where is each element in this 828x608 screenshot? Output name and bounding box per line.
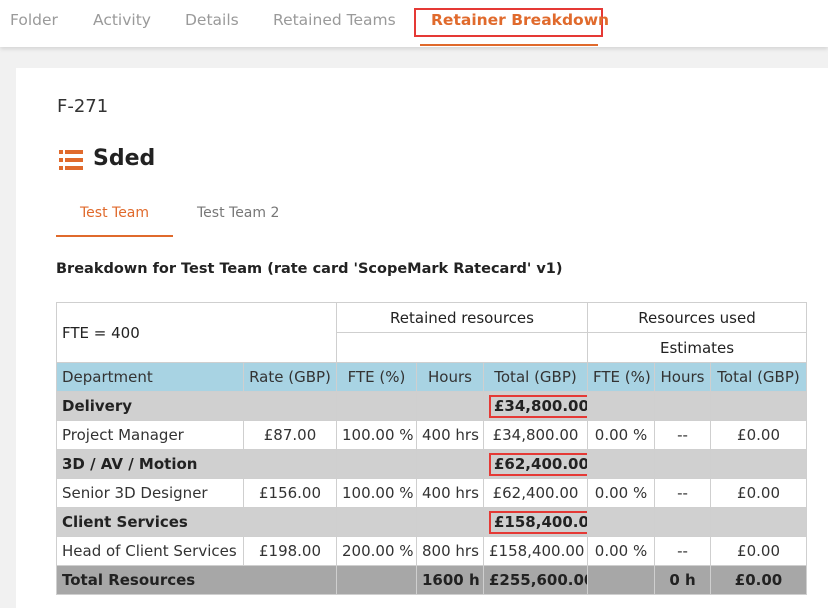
rate-cell: £198.00 bbox=[243, 536, 337, 566]
column-header: Total (GBP) bbox=[482, 362, 589, 392]
total-used-amount: £0.00 bbox=[710, 565, 808, 595]
role-name: Senior 3D Designer bbox=[56, 478, 244, 508]
role-name: Head of Client Services bbox=[56, 536, 244, 566]
column-header: Total (GBP) bbox=[710, 362, 808, 392]
rate-cell: £156.00 bbox=[243, 478, 337, 508]
resources-used-header: Resources used bbox=[587, 302, 808, 333]
hours-cell: 400 hrs bbox=[416, 420, 484, 450]
total-cell: £158,400.00 bbox=[482, 536, 589, 566]
column-header: Hours bbox=[654, 362, 712, 392]
breakdown-table: FTE = 400 Retained resources Resources u… bbox=[56, 302, 808, 595]
tab-retained-teams[interactable]: Retained Teams bbox=[273, 11, 396, 29]
team-tab-test-team[interactable]: Test Team bbox=[80, 205, 149, 221]
retainer-title: Sded bbox=[93, 146, 156, 171]
fte-cell: 100.00 % bbox=[336, 478, 417, 508]
tab-details[interactable]: Details bbox=[185, 11, 239, 29]
department-total: £34,800.00 bbox=[489, 394, 587, 418]
tab-activity[interactable]: Activity bbox=[93, 11, 151, 29]
column-header: FTE (%) bbox=[587, 362, 656, 392]
table-row: Senior 3D Designer £156.00 100.00 % 400 … bbox=[56, 478, 808, 508]
total-label: Total Resources bbox=[56, 565, 337, 595]
total-row: Total Resources 1600 h £255,600.00 0 h £… bbox=[56, 565, 808, 595]
used-hours-cell: -- bbox=[654, 420, 712, 450]
total-cell: £62,400.00 bbox=[482, 478, 589, 508]
estimates-header: Estimates bbox=[587, 332, 808, 363]
top-nav-bar: Folder Activity Details Retained Teams R… bbox=[0, 0, 828, 47]
department-row: 3D / AV / Motion £62,400.00 bbox=[56, 449, 808, 479]
fte-cell: 200.00 % bbox=[336, 536, 417, 566]
hours-cell: 400 hrs bbox=[416, 478, 484, 508]
breakdown-heading: Breakdown for Test Team (rate card 'Scop… bbox=[56, 261, 563, 277]
used-fte-cell: 0.00 % bbox=[587, 536, 656, 566]
table-row: Head of Client Services £198.00 200.00 %… bbox=[56, 536, 808, 566]
department-name: Client Services bbox=[56, 507, 337, 537]
table-row: Project Manager £87.00 100.00 % 400 hrs … bbox=[56, 420, 808, 450]
department-total: £62,400.00 bbox=[489, 452, 587, 476]
department-name: Delivery bbox=[56, 391, 337, 421]
list-icon bbox=[59, 150, 83, 170]
department-name: 3D / AV / Motion bbox=[56, 449, 337, 479]
total-amount: £255,600.00 bbox=[482, 565, 589, 595]
used-total-cell: £0.00 bbox=[710, 536, 808, 566]
retained-resources-header: Retained resources bbox=[335, 302, 589, 333]
tab-retainer-breakdown[interactable]: Retainer Breakdown bbox=[431, 11, 609, 29]
rate-cell: £87.00 bbox=[243, 420, 337, 450]
used-hours-cell: -- bbox=[654, 536, 712, 566]
folder-id: F-271 bbox=[57, 96, 109, 117]
team-tab-test-team-2[interactable]: Test Team 2 bbox=[197, 205, 279, 221]
retained-spacer bbox=[335, 332, 589, 363]
used-total-cell: £0.00 bbox=[710, 478, 808, 508]
role-name: Project Manager bbox=[56, 420, 244, 450]
fte-label: FTE = 400 bbox=[56, 302, 337, 363]
used-fte-cell: 0.00 % bbox=[587, 478, 656, 508]
column-header: Department bbox=[56, 362, 244, 392]
column-header-row: Department Rate (GBP) FTE (%) Hours Tota… bbox=[56, 362, 808, 392]
department-row: Delivery £34,800.00 bbox=[56, 391, 808, 421]
total-hours: 1600 h bbox=[416, 565, 484, 595]
column-header: Hours bbox=[416, 362, 484, 392]
used-total-cell: £0.00 bbox=[710, 420, 808, 450]
fte-cell: 100.00 % bbox=[336, 420, 417, 450]
department-total: £158,400.00 bbox=[489, 510, 587, 534]
department-row: Client Services £158,400.00 bbox=[56, 507, 808, 537]
column-header: Rate (GBP) bbox=[243, 362, 337, 392]
table-header-row: FTE = 400 Retained resources Resources u… bbox=[56, 302, 808, 363]
hours-cell: 800 hrs bbox=[416, 536, 484, 566]
active-tab-underline bbox=[420, 44, 598, 46]
column-header: FTE (%) bbox=[336, 362, 417, 392]
used-hours-cell: -- bbox=[654, 478, 712, 508]
tab-folder[interactable]: Folder bbox=[10, 11, 58, 29]
used-fte-cell: 0.00 % bbox=[587, 420, 656, 450]
team-tab-underline bbox=[56, 235, 173, 237]
total-used-hours: 0 h bbox=[654, 565, 712, 595]
total-cell: £34,800.00 bbox=[482, 420, 589, 450]
